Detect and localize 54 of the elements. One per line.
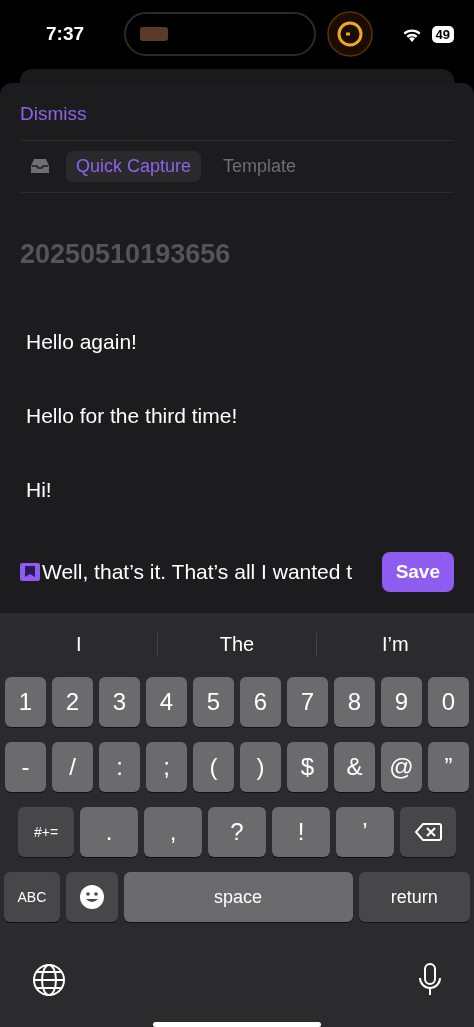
status-time: 7:37 [46,23,86,46]
mode-tab[interactable]: Quick Capture [66,150,202,182]
keyboard-key[interactable]: 9 [381,677,422,727]
keyboard-key[interactable]: 6 [240,677,281,727]
suggestion[interactable]: I [0,632,158,656]
timer-ring-icon [326,10,374,59]
save-button[interactable]: Save [381,551,454,592]
keyboard-key[interactable]: ? [208,807,266,857]
keyboard-key[interactable]: - [5,742,46,792]
keyboard-key[interactable]: 2 [52,677,93,727]
keyboard-key[interactable]: 0 [428,677,469,727]
bookmark-icon[interactable] [20,562,40,581]
return-key[interactable]: return [358,872,470,922]
keyboard-key[interactable]: ’ [336,807,394,857]
keyboard-key[interactable]: & [334,742,375,792]
keyboard-key[interactable]: 5 [193,677,234,727]
dismiss-link[interactable]: Dismiss [20,82,87,140]
keyboard-key[interactable]: $ [287,742,328,792]
globe-icon[interactable] [32,963,66,997]
keyboard-key[interactable]: ” [428,742,469,792]
keyboard-key[interactable]: 3 [99,677,140,727]
keyboard-key[interactable]: / [52,742,93,792]
inbox-tray-icon[interactable] [30,158,50,175]
keyboard-key[interactable]: #+= [18,807,74,857]
microphone-icon[interactable] [418,963,442,997]
keyboard-key[interactable]: , [144,807,202,857]
note-line: Hello for the third time! [26,403,239,428]
keyboard-key[interactable]: ; [146,742,187,792]
delete-icon [414,822,442,842]
keyboard-key[interactable]: 1 [5,677,46,727]
keyboard-key[interactable]: : [99,742,140,792]
delete-key[interactable] [400,807,456,857]
note-line: Well, that’s it. That’s all I wanted t [42,559,353,584]
battery-level: 49 [431,25,454,43]
keyboard-key[interactable]: 7 [287,677,328,727]
smiley-icon [78,884,105,910]
note-line: Hello again! [26,329,138,354]
title-field[interactable]: 20250510193656 [20,238,454,270]
keyboard-key[interactable]: ! [272,807,330,857]
media-thumbnail-icon [140,27,168,42]
keyboard-key[interactable]: . [80,807,138,857]
keyboard-key[interactable]: ABC [4,872,60,922]
suggestion[interactable]: I’m [315,632,474,656]
emoji-key[interactable] [65,872,118,922]
space-key[interactable]: space [123,872,353,922]
keyboard-key[interactable]: @ [381,742,422,792]
wifi-icon [401,26,422,42]
mode-tab[interactable]: Template [213,150,307,182]
keyboard-key[interactable]: 4 [146,677,187,727]
suggestion[interactable]: The [157,632,316,656]
keyboard-key[interactable]: ) [240,742,281,792]
keyboard-key[interactable]: 8 [334,677,375,727]
note-line: Hi! [26,477,53,502]
keyboard-key[interactable]: ( [193,742,234,792]
